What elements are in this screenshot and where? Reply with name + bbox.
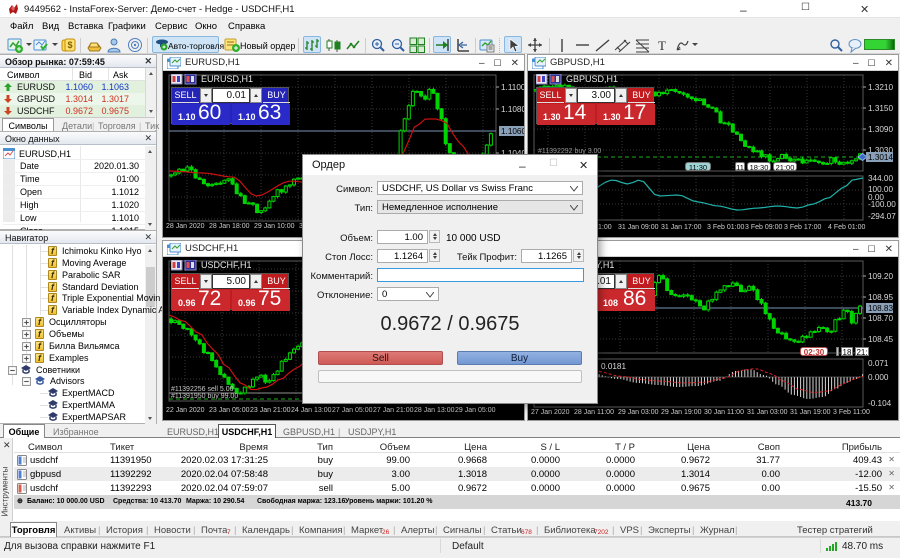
svg-text:108.70: 108.70 xyxy=(868,314,893,323)
svg-text:344.00: 344.00 xyxy=(868,174,893,183)
svg-text:-0.104: -0.104 xyxy=(868,399,892,408)
svg-text:1.1080: 1.1080 xyxy=(501,105,524,114)
svg-text:108.45: 108.45 xyxy=(868,335,893,344)
svg-text:0.0181: 0.0181 xyxy=(601,362,626,371)
svg-text:-294.07: -294.07 xyxy=(868,212,896,221)
svg-text:0.000: 0.000 xyxy=(868,373,889,382)
svg-text:$: $ xyxy=(67,40,72,50)
svg-text:T: T xyxy=(658,38,666,53)
svg-text:1.3090: 1.3090 xyxy=(868,125,893,134)
svg-text:108.95: 108.95 xyxy=(868,293,893,302)
svg-text:0.071: 0.071 xyxy=(868,359,889,368)
svg-text:1.1060: 1.1060 xyxy=(501,127,524,136)
svg-text:1.1100: 1.1100 xyxy=(501,83,524,92)
svg-text:108.83: 108.83 xyxy=(868,304,893,313)
svg-text:1.3014: 1.3014 xyxy=(868,153,893,162)
svg-text:-100.00: -100.00 xyxy=(868,200,896,209)
svg-text:1.3150: 1.3150 xyxy=(868,104,893,113)
svg-text:1.3210: 1.3210 xyxy=(868,83,893,92)
svg-text:109.20: 109.20 xyxy=(868,272,893,281)
